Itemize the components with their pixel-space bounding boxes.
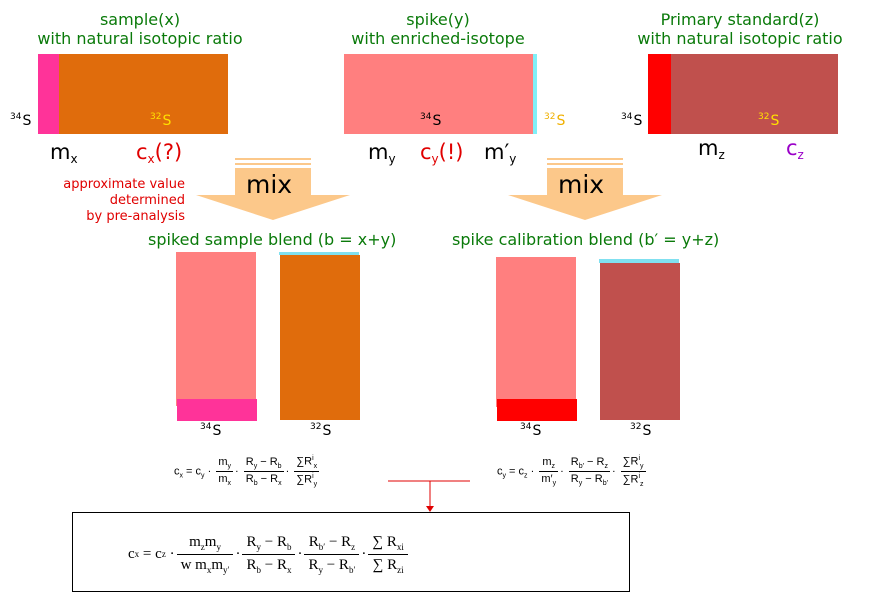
standard-label-32s: 32S xyxy=(758,112,780,129)
cy-ratio-difference: Rb′ − Rz Ry − Rb′ xyxy=(568,455,610,488)
blend-sample-label-34s: 34S xyxy=(200,422,222,439)
sample-title-line1: sample(x) xyxy=(99,10,181,29)
pre-analysis-note: approximate value determined by pre-anal… xyxy=(40,177,185,225)
standard-mass: mz xyxy=(698,136,725,162)
sample-title-line2: with natural isotopic ratio xyxy=(37,29,243,48)
sample-concentration: cx(?) xyxy=(136,140,183,166)
sample-label-32s: 32S xyxy=(150,112,172,129)
mix-label-right: mix xyxy=(558,170,605,199)
final-mass-ratio: mzmy w mxmy′ xyxy=(176,534,234,575)
standard-concentration: cz xyxy=(786,136,804,162)
sample-bar-34s xyxy=(38,54,59,134)
spike-title-line1: spike(y) xyxy=(406,10,470,29)
cx-sum-ratio: ∑Rix ∑Riy xyxy=(294,455,320,488)
spike-title-line2: with enriched-isotope xyxy=(351,29,525,48)
standard-title: Primary standard(z) with natural isotopi… xyxy=(620,10,860,48)
blend-calibration-spike-portion xyxy=(496,257,576,407)
sample-bar xyxy=(38,54,228,134)
connector-arrow-icon xyxy=(388,480,470,512)
spike-title: spike(y) with enriched-isotope xyxy=(318,10,558,48)
equation-cy: cy = cz · mz m′y · Rb′ − Rz Ry − Rb′ · ∑Riy ∑… xyxy=(497,455,646,488)
sample-label-34s: 34S xyxy=(10,112,32,129)
spike-mass: my xyxy=(368,140,396,166)
sample-title: sample(x) with natural isotopic ratio xyxy=(20,10,260,48)
cx-mass-ratio: my mx xyxy=(216,455,233,488)
blend-calibration-bar-34s xyxy=(496,257,577,421)
spike-bar-32s xyxy=(533,54,537,134)
blend-sample-bar-32s xyxy=(279,252,360,420)
cy-sum-ratio: ∑Riy ∑Riz xyxy=(620,455,646,488)
sample-bar-32s xyxy=(59,54,228,134)
blend-calibration-label-32s: 32S xyxy=(630,422,652,439)
standard-title-line1: Primary standard(z) xyxy=(660,10,820,29)
spike-label-34s: 34S xyxy=(420,112,442,129)
blend-sample-spike-portion xyxy=(176,252,256,406)
standard-bar-34s xyxy=(648,54,671,134)
blend-sample-sample-32-portion xyxy=(280,255,360,420)
standard-bar-32s xyxy=(671,54,838,134)
blend-calibration-title: spike calibration blend (b′ = y+z) xyxy=(452,230,720,249)
cy-mass-ratio: mz m′y xyxy=(539,455,559,488)
blend-calibration-label-34s: 34S xyxy=(520,422,542,439)
standard-label-34s: 34S xyxy=(621,112,643,129)
spike-concentration: cy(!) xyxy=(420,140,464,166)
final-ratio-difference-1: Ry − Rb Rb − Rx xyxy=(242,534,296,575)
blend-sample-label-32s: 32S xyxy=(310,422,332,439)
sample-mass: mx xyxy=(50,140,78,166)
note-line1: approximate value xyxy=(63,177,185,192)
note-line2: determined xyxy=(109,193,185,208)
equation-cx: cx = cy · my mx · Ry − Rb Rb − Rx · ∑Rix ∑Riy xyxy=(174,455,320,488)
blend-sample-bar-34s xyxy=(176,252,257,421)
mix-label-left: mix xyxy=(246,170,293,199)
spike-label-32s: 32S xyxy=(544,112,566,129)
standard-title-line2: with natural isotopic ratio xyxy=(637,29,843,48)
final-sum-ratio: ∑ Rxi ∑ Rzi xyxy=(368,534,408,575)
blend-calibration-standard-portion xyxy=(497,399,577,421)
blend-calibration-standard-32-portion xyxy=(600,263,680,420)
final-ratio-difference-2: Rb′ − Rz Ry − Rb′ xyxy=(304,534,360,575)
final-equation: cx = cz · mzmy w mxmy′ · Ry − Rb Rb − Rx · R… xyxy=(128,522,410,586)
standard-bar xyxy=(648,54,838,134)
blend-calibration-bar-32s xyxy=(599,259,680,420)
cx-ratio-difference: Ry − Rb Rb − Rx xyxy=(243,455,284,488)
blend-sample-sample-portion xyxy=(177,399,257,421)
blend-sample-title: spiked sample blend (b = x+y) xyxy=(148,230,397,249)
note-line3: by pre-analysis xyxy=(86,209,185,224)
